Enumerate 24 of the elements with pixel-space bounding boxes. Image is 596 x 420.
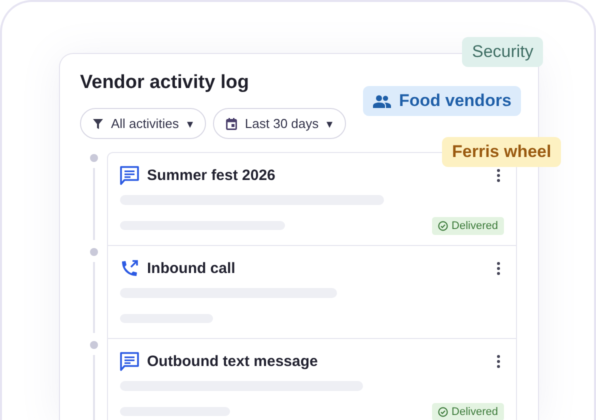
timeline-dot xyxy=(90,154,98,162)
status-badge: Delivered xyxy=(432,402,504,420)
floating-tag: Ferris wheel xyxy=(442,137,562,167)
filter-icon xyxy=(93,118,103,128)
filter-dropdown[interactable]: Last 30 days ▾ xyxy=(212,108,346,139)
floating-tag: Security xyxy=(462,37,544,67)
timeline-dot xyxy=(90,248,98,256)
activity-title: Outbound text message xyxy=(147,353,319,370)
calendar-icon xyxy=(226,118,237,130)
timeline-dot xyxy=(90,341,98,349)
check-circle-icon xyxy=(438,220,448,230)
people-icon xyxy=(373,94,391,108)
floating-tag: Food vendors xyxy=(363,86,522,116)
log-title: Vendor activity log xyxy=(80,72,250,94)
phone-arrow-icon xyxy=(120,259,139,278)
activity-title: Inbound call xyxy=(147,260,236,277)
activity-title: Summer fest 2026 xyxy=(147,167,276,184)
activity-card[interactable]: Inbound call xyxy=(107,246,517,339)
filter-dropdown[interactable]: All activities ▾ xyxy=(80,108,206,139)
chat-icon xyxy=(120,166,139,185)
check-circle-icon xyxy=(438,406,448,416)
status-badge: Delivered xyxy=(432,216,504,234)
chat-icon xyxy=(120,352,139,371)
activity-card[interactable]: Outbound text message Delivered xyxy=(107,339,517,420)
